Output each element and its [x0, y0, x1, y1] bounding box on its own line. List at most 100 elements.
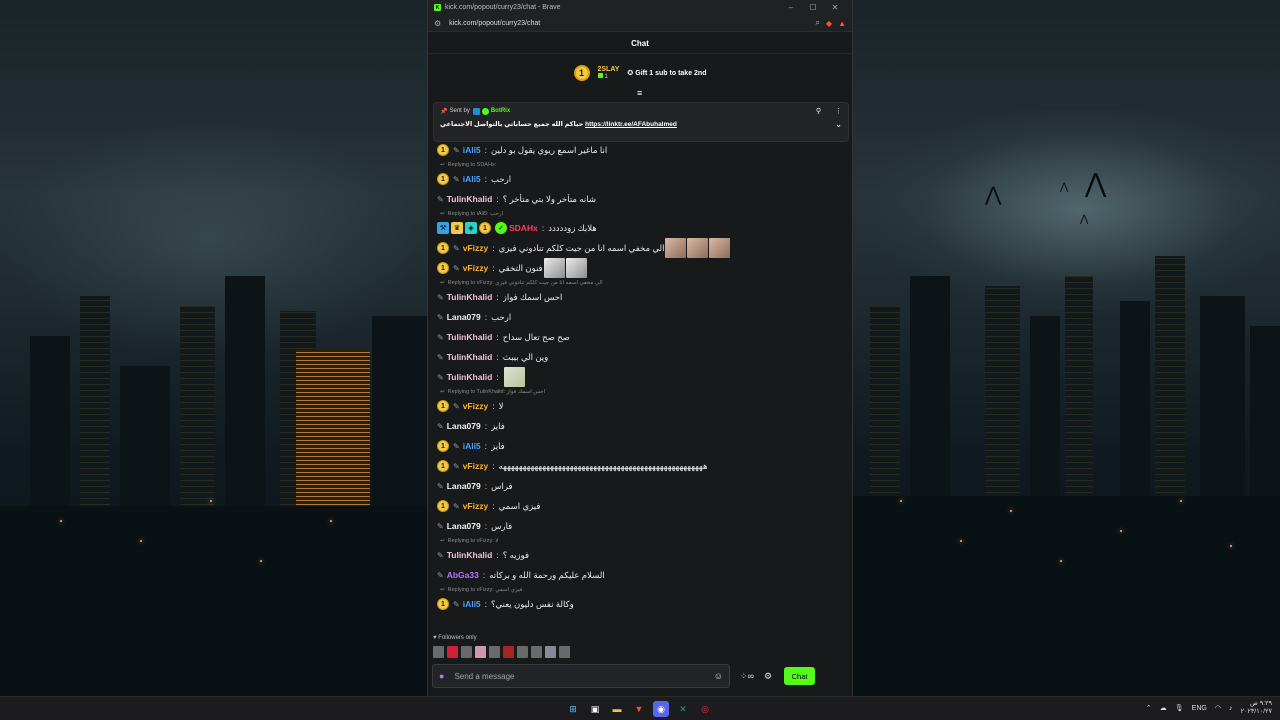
site-settings-icon[interactable]: ⚙: [434, 19, 441, 28]
reply-context[interactable]: ↩ Replying to vFizzy: الي مخفي اسمه انا م…: [437, 278, 845, 287]
quick-emote[interactable]: [433, 646, 444, 658]
quick-emote[interactable]: [503, 646, 514, 658]
chat-message[interactable]: 1 ✎ vFizzy: ههههههههههههههههههههههههههههههه…: [437, 456, 845, 476]
onedrive-icon[interactable]: ☁: [1160, 704, 1167, 712]
chat-message[interactable]: ✎ TulinKhalid:: [437, 367, 845, 387]
settings-gear-icon[interactable]: ⚙: [764, 671, 772, 682]
chat-emote[interactable]: [687, 238, 709, 258]
microphone-icon[interactable]: ●: [439, 671, 444, 681]
chat-username[interactable]: iAli5: [463, 599, 481, 609]
chat-username[interactable]: TulinKhalid: [447, 372, 493, 382]
chat-input-box[interactable]: ● ☺: [432, 664, 730, 688]
chat-username[interactable]: Lana079: [447, 481, 481, 491]
file-explorer-icon[interactable]: ▬: [609, 701, 625, 717]
chat-username[interactable]: Lana079: [447, 521, 481, 531]
chat-username[interactable]: vFizzy: [463, 501, 489, 511]
chat-filter-icon[interactable]: ≡: [637, 88, 642, 98]
pinned-message[interactable]: 📌 Sent by BotRix ⚲ ⋮ حياكم الله جميع حسا…: [433, 102, 849, 142]
chat-username[interactable]: iAli5: [463, 441, 481, 451]
reply-context[interactable]: ↩ Replying to SDAHx:: [437, 160, 845, 169]
quick-emote[interactable]: [475, 646, 486, 658]
volume-icon[interactable]: ♪: [1229, 705, 1233, 712]
chat-message[interactable]: 1 ✎ vFizzy: فيزي اسمي: [437, 496, 845, 516]
chat-message-input[interactable]: [454, 671, 714, 681]
chat-message[interactable]: 1 ✎ vFizzy: الي مخفي اسمه انا من جيت كلكم ت…: [437, 238, 845, 258]
chat-message[interactable]: ✎ Lana079: فارس: [437, 516, 845, 536]
brave-browser-icon[interactable]: ▼: [631, 701, 647, 717]
language-indicator[interactable]: ENG: [1192, 705, 1207, 712]
chat-message[interactable]: ✎ AbGa33: السلام عليكم ورحمة الله و بركاته: [437, 565, 845, 585]
chat-username[interactable]: vFizzy: [463, 263, 489, 273]
zoom-icon[interactable]: ⌕: [815, 18, 819, 28]
reply-context[interactable]: ↩ Replying to iAli5: ارحب: [437, 209, 845, 218]
chat-message[interactable]: ✎ Lana079: فراس: [437, 476, 845, 496]
chat-message[interactable]: ⚒ ♛ ◈ 1 ✓ SDAHx: هلابك زوددددد: [437, 218, 845, 238]
chat-username[interactable]: iAli5: [463, 174, 481, 184]
chat-username[interactable]: Lana079: [447, 421, 481, 431]
chat-emote[interactable]: [665, 238, 687, 258]
quick-emote-bar[interactable]: [433, 646, 570, 658]
maximize-button[interactable]: ☐: [802, 3, 824, 12]
discord-icon[interactable]: ◉: [653, 701, 669, 717]
chat-username[interactable]: TulinKhalid: [447, 194, 493, 204]
chevron-down-icon[interactable]: ⌄: [835, 120, 842, 129]
chat-message[interactable]: ✎ TulinKhalid: وين الي بيبث: [437, 347, 845, 367]
unpin-icon[interactable]: ⚲: [816, 107, 821, 115]
leaderboard-username[interactable]: 2SLAY: [598, 66, 620, 73]
chat-message[interactable]: 1 ✎ iAli5: ارحب: [437, 169, 845, 189]
task-view-icon[interactable]: ▣: [587, 701, 603, 717]
quick-emote[interactable]: [447, 646, 458, 658]
app-icon[interactable]: ◎: [697, 701, 713, 717]
gift-prompt[interactable]: ✪ Gift 1 sub to take 2nd: [627, 69, 706, 77]
chat-message[interactable]: 1 ✎ iAli5: انا ماغير اسمع ريوي يقول بو دلين: [437, 140, 845, 160]
pinned-sender[interactable]: BotRix: [491, 108, 802, 114]
chat-username[interactable]: vFizzy: [463, 401, 489, 411]
chat-message[interactable]: 1 ✎ vFizzy: فنون التخفي: [437, 258, 845, 278]
quick-emote[interactable]: [489, 646, 500, 658]
chat-message[interactable]: ✎ Lana079: فايز: [437, 416, 845, 436]
reply-context[interactable]: ↩ Replying to vFizzy: لا: [437, 536, 845, 545]
excel-icon[interactable]: ✕: [675, 701, 691, 717]
minimize-button[interactable]: –: [780, 3, 802, 12]
quick-emote[interactable]: [517, 646, 528, 658]
chat-message[interactable]: 1 ✎ iAli5: فايز: [437, 436, 845, 456]
browser-titlebar[interactable]: K kick.com/popout/curry23/chat - Brave –…: [428, 0, 852, 15]
chat-username[interactable]: TulinKhalid: [447, 332, 493, 342]
chat-username[interactable]: iAli5: [463, 145, 481, 155]
chat-username[interactable]: SDAHx: [509, 223, 538, 233]
clock[interactable]: ٩:٢٩ ص ٢٠٢٣/١٠/٢٧: [1240, 700, 1272, 716]
quick-emote[interactable]: [531, 646, 542, 658]
gift-leaderboard[interactable]: 1 2SLAY 1 ✪ Gift 1 sub to take 2nd: [428, 54, 852, 92]
chat-emote[interactable]: [503, 367, 525, 387]
chat-emote[interactable]: [709, 238, 731, 258]
more-options-icon[interactable]: ⋮: [835, 107, 842, 115]
chat-message-list[interactable]: 1 ✎ iAli5: انا ماغير اسمع ريوي يقول بو دلين…: [428, 140, 852, 632]
chat-message[interactable]: ✎ TulinKhalid: صح صح تعال سداح: [437, 327, 845, 347]
chat-message[interactable]: ✎ Lana079: ارحب: [437, 307, 845, 327]
brave-shield-icon[interactable]: ◆: [826, 19, 832, 28]
chat-username[interactable]: TulinKhalid: [447, 550, 493, 560]
close-button[interactable]: ✕: [824, 3, 846, 12]
address-bar[interactable]: ⚙ kick.com/popout/curry23/chat ⌕ ◆ ▲: [428, 15, 852, 32]
pinned-link[interactable]: https://linktr.ee/AFAbuhalmed: [585, 121, 677, 128]
reply-context[interactable]: ↩ Replying to TulinKhalid: احس اسمك فواز: [437, 387, 845, 396]
url-text[interactable]: kick.com/popout/curry23/chat: [449, 20, 809, 27]
emoji-icon[interactable]: ☺: [714, 671, 723, 681]
chat-emote[interactable]: [565, 258, 587, 278]
chat-message[interactable]: 1 ✎ vFizzy: لا: [437, 396, 845, 416]
brave-rewards-icon[interactable]: ▲: [838, 19, 846, 28]
points-icon[interactable]: ⁘∞: [740, 671, 754, 682]
quick-emote[interactable]: [545, 646, 556, 658]
chevron-up-icon[interactable]: ⌃: [1146, 704, 1152, 712]
mic-tray-icon[interactable]: 🎙: [1175, 704, 1184, 712]
chat-username[interactable]: TulinKhalid: [447, 352, 493, 362]
wifi-icon[interactable]: ◠: [1215, 704, 1221, 712]
chat-message[interactable]: 1 ✎ iAli5: وكالة نفس دليون يعني؟: [437, 594, 845, 614]
quick-emote[interactable]: [559, 646, 570, 658]
chat-message[interactable]: ✎ TulinKhalid: شانه متأخر ولا بتي متأخر ؟: [437, 189, 845, 209]
chat-username[interactable]: vFizzy: [463, 461, 489, 471]
chat-username[interactable]: Lana079: [447, 312, 481, 322]
chat-username[interactable]: AbGa33: [447, 570, 479, 580]
windows-start-icon[interactable]: ⊞: [565, 701, 581, 717]
chat-message[interactable]: ✎ TulinKhalid: احس اسمك فواز: [437, 287, 845, 307]
